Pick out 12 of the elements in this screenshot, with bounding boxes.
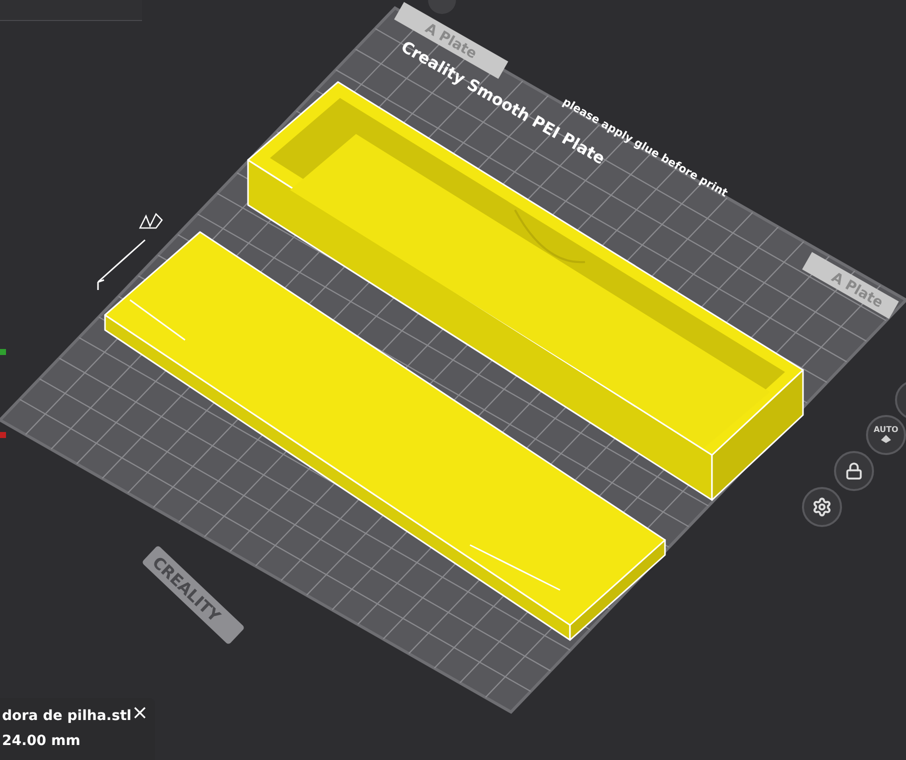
auto-button[interactable]: AUTO <box>866 415 906 455</box>
auto-label: AUTO <box>874 426 898 434</box>
lock-icon <box>845 462 863 480</box>
object-file-name: dora de pilha.stl <box>2 707 132 726</box>
orient-icon <box>878 434 893 444</box>
lock-button[interactable] <box>834 451 874 491</box>
x-axis-icon <box>0 432 6 438</box>
object-size: 24.00 mm <box>2 732 82 751</box>
y-axis-icon <box>0 349 6 355</box>
settings-icon <box>812 497 832 517</box>
settings-button[interactable] <box>802 487 842 527</box>
close-button[interactable]: × <box>131 700 148 724</box>
